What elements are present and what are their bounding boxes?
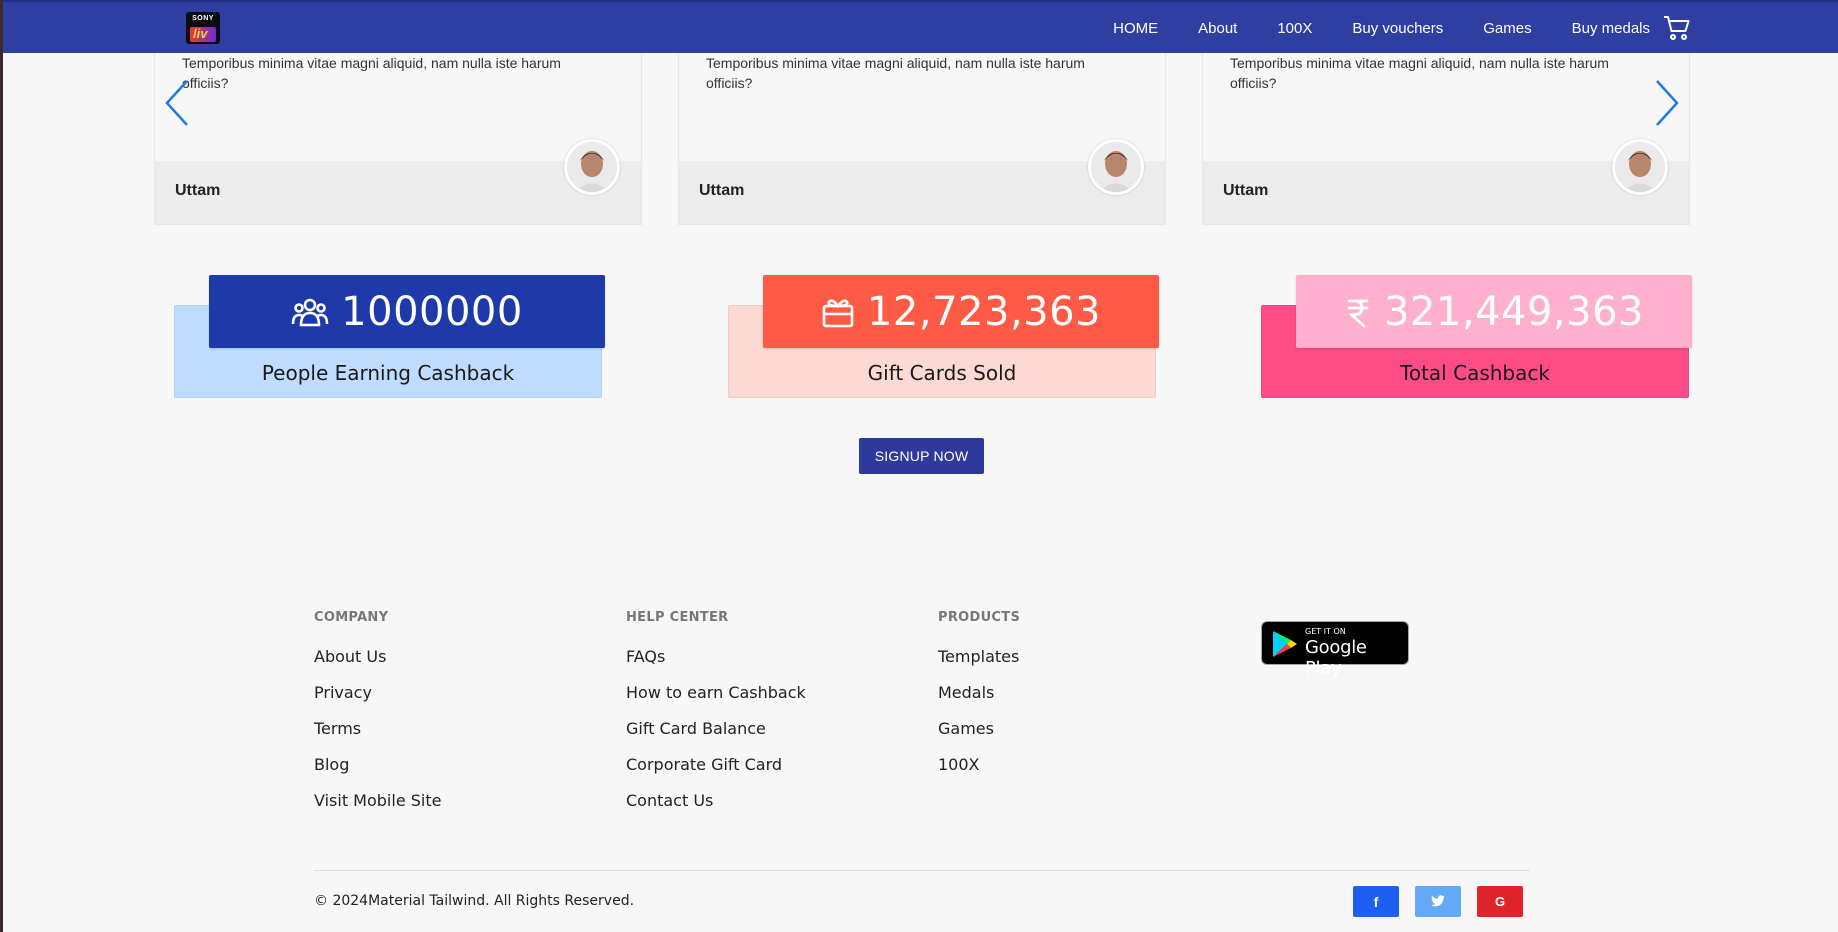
footer-link-earn-cashback[interactable]: How to earn Cashback [626,683,806,703]
logo-liv-text: liv [193,26,208,41]
carousel-prev-arrow-icon[interactable] [163,78,193,128]
signup-now-button[interactable]: SIGNUP NOW [859,438,984,474]
window-edge [0,0,3,932]
footer-link-100x[interactable]: 100X [938,755,1020,775]
testimonial-quote: Temporibus minima vitae magni aliquid, n… [706,55,1085,91]
testimonial-author: Uttam [699,182,745,199]
twitter-icon [1431,894,1445,910]
testimonial-card: Temporibus minima vitae magni aliquid, n… [678,53,1166,225]
facebook-button[interactable]: f [1353,886,1399,917]
footer-heading: PRODUCTS [938,610,1021,625]
nav-buy-vouchers[interactable]: Buy vouchers [1352,20,1443,37]
nav-home[interactable]: HOME [1113,20,1158,37]
nav-about[interactable]: About [1198,20,1237,37]
users-icon [291,297,329,327]
footer-link-contact-us[interactable]: Contact Us [626,791,806,811]
footer-link-gift-card-balance[interactable]: Gift Card Balance [626,719,806,739]
google-play-icon [1273,631,1297,657]
stat-label: People Earning Cashback [261,361,515,385]
stat-value-box: 321,449,363 [1296,275,1692,348]
cart-icon[interactable] [1663,15,1691,41]
footer-link-faqs[interactable]: FAQs [626,647,806,667]
footer-link-medals[interactable]: Medals [938,683,1020,703]
avatar [1612,139,1668,195]
footer-company-column: COMPANY About Us Privacy Terms Blog Visi… [314,610,441,827]
footer-link-corporate-gift-card[interactable]: Corporate Gift Card [626,755,806,775]
footer-link-privacy[interactable]: Privacy [314,683,441,703]
avatar [564,139,620,195]
stat-value: 1000000 [341,288,523,335]
google-play-small-text: GET IT ON [1305,627,1346,636]
carousel-next-arrow-icon[interactable] [1651,78,1681,128]
footer-divider [314,870,1530,871]
footer-heading: HELP CENTER [626,610,729,625]
footer-link-games[interactable]: Games [938,719,1020,739]
logo-brand-text: SONY [192,15,214,22]
footer-link-terms[interactable]: Terms [314,719,441,739]
testimonial-quote: Temporibus minima vitae magni aliquid, n… [1230,55,1609,91]
footer-link-mobile-site[interactable]: Visit Mobile Site [314,791,441,811]
nav-games[interactable]: Games [1483,20,1531,37]
testimonial-card: Temporibus minima vitae magni aliquid, n… [1202,53,1690,225]
stat-value-box: 12,723,363 [763,275,1159,348]
testimonial-author: Uttam [1223,182,1269,199]
stat-value: 321,449,363 [1384,288,1644,335]
testimonial-carousel: Temporibus minima vitae magni aliquid, n… [154,53,1690,225]
nav-buy-medals[interactable]: Buy medals [1572,20,1650,37]
nav-menu: HOME About 100X Buy vouchers Games Buy m… [1113,2,1650,55]
testimonial-author: Uttam [175,182,221,199]
google-button[interactable]: G [1477,886,1523,917]
footer-link-blog[interactable]: Blog [314,755,441,775]
testimonial-quote: Temporibus minima vitae magni aliquid, n… [182,55,561,91]
gift-icon [821,296,855,328]
stat-value-box: 1000000 [209,275,605,348]
google-icon: G [1494,894,1506,909]
sonyliv-logo[interactable]: SONY liv [186,12,220,44]
twitter-button[interactable] [1415,886,1461,917]
copyright-text: © 2024Material Tailwind. All Rights Rese… [314,893,635,909]
avatar [1088,139,1144,195]
top-navbar: SONY liv HOME About 100X Buy vouchers Ga… [3,0,1838,53]
footer-products-column: PRODUCTS Templates Medals Games 100X [938,610,1020,791]
footer-heading: COMPANY [314,610,389,625]
nav-100x[interactable]: 100X [1277,20,1312,37]
google-play-big-text: Google Play [1305,637,1367,679]
footer-link-about-us[interactable]: About Us [314,647,441,667]
testimonial-card: Temporibus minima vitae magni aliquid, n… [154,53,642,225]
footer-link-templates[interactable]: Templates [938,647,1020,667]
rupee-icon [1344,296,1372,328]
stat-label: Gift Cards Sold [867,361,1017,385]
google-play-badge[interactable]: GET IT ON Google Play [1261,621,1409,679]
footer-help-column: HELP CENTER FAQs How to earn Cashback Gi… [626,610,806,827]
stat-value: 12,723,363 [866,288,1102,335]
stat-label: Total Cashback [1400,361,1550,385]
facebook-icon: f [1373,893,1379,910]
